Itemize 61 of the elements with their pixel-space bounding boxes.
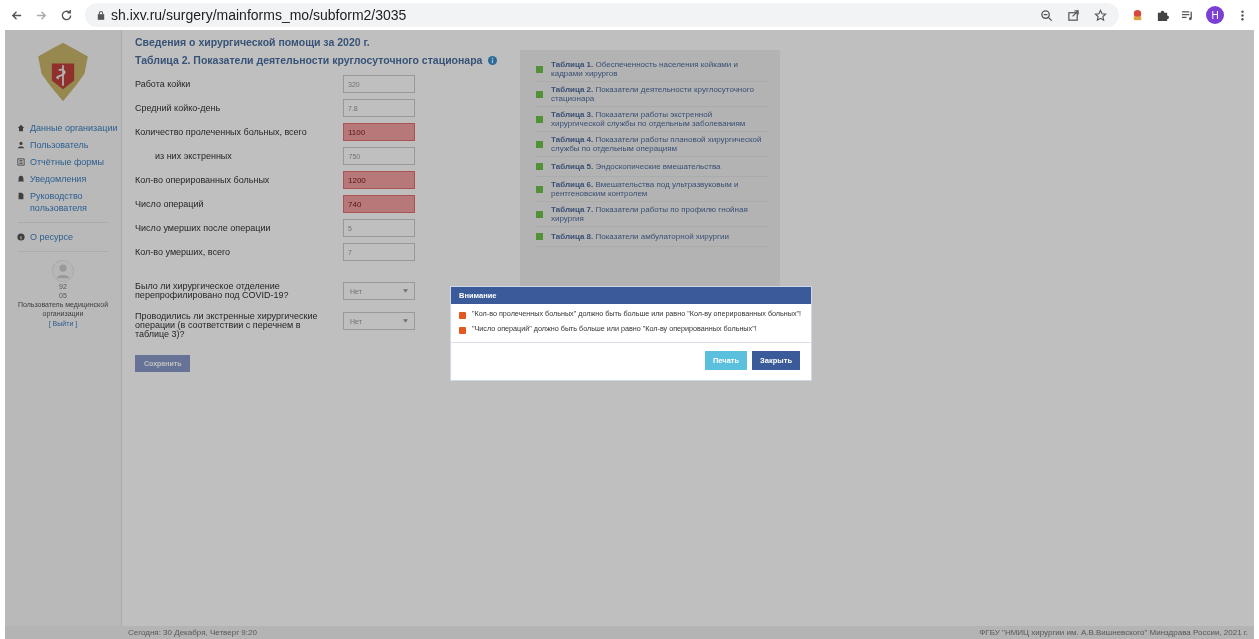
nav-link[interactable]: Руководство пользователя [30, 190, 121, 214]
footer-date: Сегодня: 30 Декабря, Четверг 9:20 [128, 628, 257, 637]
field-label: Работа койки [135, 79, 192, 89]
status-square-icon [536, 163, 543, 170]
caret-icon [403, 319, 408, 323]
playlist-icon[interactable] [1181, 8, 1194, 22]
field-label: Средний койко-день [135, 103, 222, 113]
table-link[interactable]: Таблица 6. Вмешательства под ультразвуковым и рентгеновским контролем [551, 180, 768, 198]
reload-icon[interactable] [60, 8, 73, 22]
extension-icon[interactable] [1131, 8, 1144, 22]
table-link[interactable]: Таблица 1. Обеспеченность населения койками и кадрами хирургов [551, 60, 768, 78]
table-link[interactable]: Таблица 2. Показатели деятельности круглосуточного стационара [551, 85, 768, 103]
status-square-icon [536, 185, 543, 193]
input-field[interactable]: 740 [343, 195, 415, 213]
nav-link[interactable]: Пользователь [30, 139, 89, 151]
table-link[interactable]: Таблица 8. Показатели амбулаторной хирургии [551, 232, 729, 241]
nav-icon [17, 158, 25, 166]
warning-square-icon [459, 312, 466, 319]
nav-icon [17, 124, 25, 132]
nav-link[interactable]: Уведомления [30, 173, 87, 185]
nav-icon [17, 175, 25, 183]
lock-icon [97, 10, 105, 20]
status-square-icon [536, 233, 543, 240]
about-link[interactable]: О ресурсе [30, 231, 73, 243]
zoom-icon[interactable] [1040, 8, 1053, 22]
star-icon[interactable] [1094, 8, 1107, 22]
profile-avatar[interactable]: H [1206, 6, 1224, 24]
warning-square-icon [459, 327, 466, 334]
info-icon[interactable] [488, 55, 498, 65]
address-bar[interactable]: sh.ixv.ru/surgery/mainforms_mo/subform2/3035 [85, 3, 1119, 27]
page-subtitle: Таблица 2. Показатели деятельности круглосуточного стационара [135, 54, 483, 66]
status-square-icon [536, 90, 543, 98]
field-label: Число умерших после операции [135, 223, 272, 233]
puzzle-icon[interactable] [1156, 8, 1169, 22]
status-square-icon [536, 115, 543, 123]
table-link[interactable]: Таблица 4. Показатели работы плановой хирургической службы по отдельным операциям [551, 135, 768, 153]
table-link[interactable]: Таблица 3. Показатели работы экстренной хирургической службы по отдельным заболеваниям [551, 110, 768, 128]
table-link[interactable]: Таблица 5. Эндоскопические вмешательства [551, 162, 721, 171]
status-square-icon [536, 140, 543, 148]
field-label: Было ли хирургическое отделение перепрофилировано под COVID-19? [135, 282, 290, 300]
input-field[interactable]: 1200 [343, 171, 415, 189]
status-square-icon [536, 65, 543, 73]
field-label: из них экстренных [154, 151, 233, 161]
input-field[interactable]: 1100 [343, 123, 415, 141]
table-link[interactable]: Таблица 7. Показатели работы по профилю гнойная хирургия [551, 205, 768, 223]
field-label: Кол-во умерших, всего [135, 247, 232, 257]
nav-icon [17, 141, 25, 149]
field-label: Число операций [135, 199, 205, 209]
share-icon[interactable] [1067, 8, 1080, 22]
field-label: Проводились ли экстренные хирургические операции (в соответствии с перечнем в таблице 3)? [135, 312, 319, 339]
page-title: Сведения о хирургической помощи за 2020 г. [135, 36, 371, 48]
nav-link[interactable]: Отчётные формы [30, 156, 104, 168]
nav-icon [17, 192, 25, 200]
info-icon [17, 233, 25, 241]
nav-link[interactable]: Данные организации [30, 122, 118, 134]
field-label: Кол-во оперированных больных [135, 175, 271, 185]
footer-copyright: ФГБУ "НМИЦ хирургии им. А.В.Вишневского" Минздрава России, 2021 г. [979, 628, 1248, 637]
status-square-icon [536, 210, 543, 218]
avatar-icon [52, 260, 74, 282]
caret-icon [403, 289, 408, 293]
field-label: Количество пролеченных больных, всего [135, 127, 308, 137]
